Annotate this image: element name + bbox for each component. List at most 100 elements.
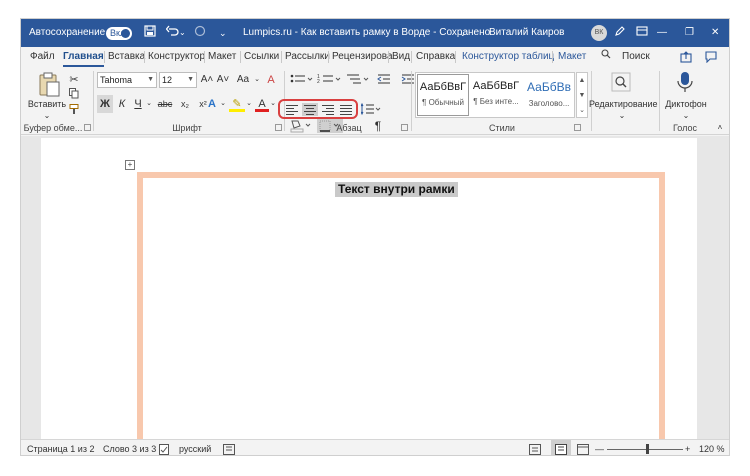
tab-table-design[interactable]: Конструктор таблиц: [462, 47, 554, 67]
chevron-down-icon: ▼: [187, 76, 194, 83]
clipboard-launcher-icon[interactable]: [84, 124, 91, 131]
chevron-down-icon[interactable]: ⌄: [269, 95, 277, 113]
zoom-level[interactable]: 120 %: [699, 440, 725, 455]
pen-icon[interactable]: [611, 24, 629, 42]
proofing-icon[interactable]: [159, 440, 171, 455]
close-button[interactable]: ✕: [711, 19, 719, 47]
redo-icon[interactable]: [191, 24, 209, 42]
chevron-up-icon[interactable]: ▲: [577, 73, 587, 88]
underline-button[interactable]: Ч: [131, 95, 145, 113]
autosave-toggle[interactable]: Вкл: [106, 27, 132, 40]
microphone-icon[interactable]: [675, 71, 695, 95]
clear-formatting-button[interactable]: A: [263, 71, 279, 89]
chevron-down-icon[interactable]: ⌄: [253, 71, 261, 89]
format-painter-icon[interactable]: [67, 103, 81, 121]
collapse-ribbon-icon[interactable]: ˄: [713, 119, 727, 137]
highlight-button[interactable]: ✎: [229, 95, 245, 112]
justify-button[interactable]: [338, 103, 354, 116]
paragraph-launcher-icon[interactable]: [401, 124, 408, 131]
tab-file[interactable]: Файл: [30, 47, 55, 67]
zoom-out-button[interactable]: —: [595, 440, 604, 455]
font-size-combo[interactable]: 12 ▼: [159, 72, 197, 88]
align-center-button[interactable]: [302, 103, 318, 116]
search-label[interactable]: Поиск: [622, 47, 650, 67]
tab-insert[interactable]: Вставка: [108, 47, 145, 67]
print-layout-icon[interactable]: [551, 440, 571, 455]
page-frame[interactable]: Текст внутри рамки: [137, 172, 665, 455]
italic-button[interactable]: К: [115, 95, 129, 113]
screenshot-frame: Автосохранение Вкл ⌄ ⌄ Lumpics.ru - Как …: [0, 0, 750, 476]
change-case-button[interactable]: Aa: [233, 71, 253, 89]
more-icon[interactable]: ⌄: [577, 103, 587, 118]
tab-review[interactable]: Рецензирова: [332, 47, 393, 67]
bullets-icon[interactable]: [289, 72, 315, 88]
table-move-handle-icon[interactable]: +: [125, 160, 135, 170]
styles-scroll[interactable]: ▲ ▼ ⌄: [576, 72, 588, 118]
align-left-button[interactable]: [284, 103, 300, 116]
save-icon[interactable]: [141, 24, 159, 42]
zoom-in-button[interactable]: +: [685, 440, 690, 455]
subscript-button[interactable]: x₂: [177, 95, 193, 113]
chevron-down-icon[interactable]: ⌄: [245, 95, 253, 113]
grow-font-button[interactable]: A˄: [199, 71, 215, 89]
line: [286, 114, 294, 115]
style-normal[interactable]: АаБбВвГ ¶ Обычный: [417, 74, 469, 116]
group-divider: [411, 71, 412, 131]
tab-references[interactable]: Ссылки: [244, 47, 279, 67]
document-page[interactable]: + Текст внутри рамки: [41, 138, 697, 455]
tab-home[interactable]: Главная: [63, 47, 104, 67]
font-name-combo[interactable]: Tahoma ▼: [97, 72, 157, 88]
search-icon[interactable]: [611, 72, 631, 92]
numbering-icon[interactable]: 12: [317, 72, 343, 88]
tab-layout[interactable]: Макет: [208, 47, 236, 67]
document-title[interactable]: Lumpics.ru - Как вставить рамку в Ворде …: [243, 19, 490, 47]
tab-divider: [240, 51, 241, 63]
text-effects-button[interactable]: A: [205, 95, 219, 113]
chevron-down-icon[interactable]: ⌄: [589, 107, 655, 125]
restore-button[interactable]: ❐: [685, 19, 694, 47]
zoom-slider-track[interactable]: [607, 449, 683, 450]
avatar[interactable]: ВК: [591, 25, 607, 41]
tab-table-layout[interactable]: Макет: [558, 47, 586, 67]
bold-button[interactable]: Ж: [97, 95, 113, 113]
increase-indent-icon[interactable]: [401, 72, 415, 88]
comment-icon[interactable]: [705, 47, 717, 67]
style-name: ¶ Обычный: [422, 98, 464, 107]
tab-view[interactable]: Вид: [392, 47, 410, 67]
chevron-down-icon[interactable]: ▼: [577, 88, 587, 103]
page-count[interactable]: Страница 1 из 2: [27, 440, 94, 455]
focus-mode-icon[interactable]: [529, 440, 541, 455]
multilevel-list-icon[interactable]: [345, 72, 371, 88]
minimize-button[interactable]: —: [657, 19, 667, 47]
font-launcher-icon[interactable]: [275, 124, 282, 131]
user-name[interactable]: Виталий Каиров: [489, 19, 564, 47]
word-count[interactable]: Слово 3 из 3: [103, 440, 156, 455]
undo-dropdown-icon[interactable]: ⌄: [179, 19, 186, 47]
web-layout-icon[interactable]: [577, 440, 589, 455]
accessibility-icon[interactable]: [223, 440, 235, 455]
zoom-slider-thumb[interactable]: [646, 444, 649, 454]
qat-more-icon[interactable]: ⌄: [219, 19, 227, 47]
style-heading[interactable]: АаБбВв Заголово...: [523, 74, 575, 116]
line-spacing-icon[interactable]: [360, 101, 381, 117]
strikethrough-button[interactable]: abc: [155, 95, 175, 113]
line: [340, 108, 352, 109]
share-icon[interactable]: [680, 47, 692, 67]
chevron-down-icon[interactable]: ⌄: [219, 95, 227, 113]
ribbon-display-icon[interactable]: [633, 24, 651, 42]
tab-design[interactable]: Конструктор: [148, 47, 205, 67]
align-right-button[interactable]: [320, 103, 336, 116]
chevron-down-icon[interactable]: ⌄: [145, 95, 153, 113]
language[interactable]: русский: [179, 440, 211, 455]
decrease-indent-icon[interactable]: [377, 72, 391, 88]
paste-icon[interactable]: [35, 71, 69, 97]
frame-text[interactable]: Текст внутри рамки: [335, 182, 458, 197]
tab-help[interactable]: Справка: [416, 47, 455, 67]
shrink-font-button[interactable]: A˅: [215, 71, 231, 89]
font-color-button[interactable]: A: [255, 95, 269, 112]
tab-mailings[interactable]: Рассылки: [285, 47, 330, 67]
title-dropdown-icon[interactable]: ⌄: [459, 19, 467, 47]
styles-launcher-icon[interactable]: [574, 124, 581, 131]
search-icon[interactable]: [601, 47, 611, 67]
style-no-spacing[interactable]: АаБбВвГ ¶ Без инте...: [470, 74, 522, 116]
